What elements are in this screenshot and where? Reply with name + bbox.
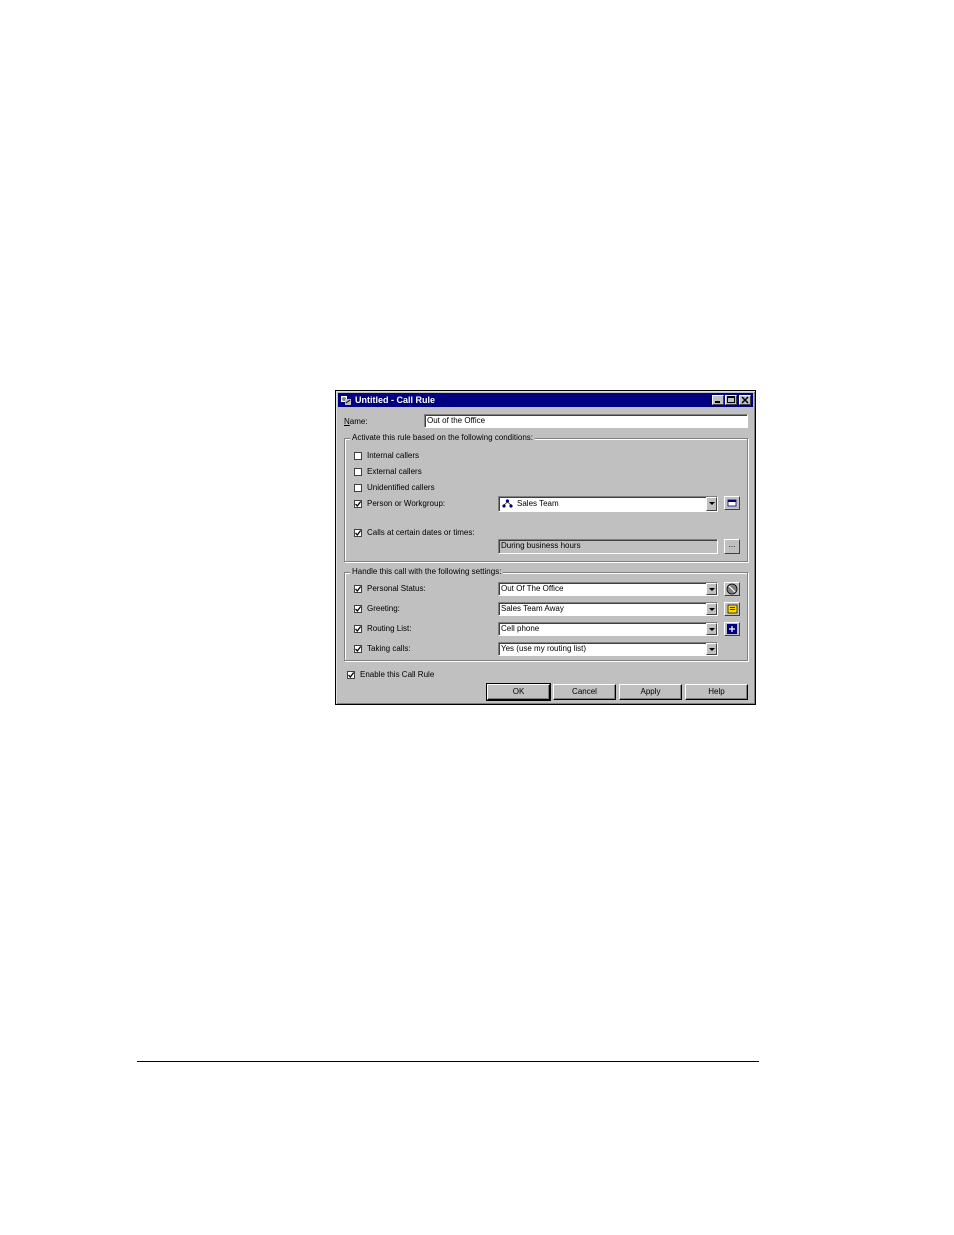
checkmark-icon bbox=[355, 501, 362, 508]
chevron-down-icon[interactable] bbox=[706, 643, 717, 655]
checkmark-icon bbox=[355, 646, 362, 653]
chevron-down-icon[interactable] bbox=[706, 623, 717, 635]
external-callers-label: External callers bbox=[367, 467, 422, 476]
status-icon bbox=[726, 583, 738, 595]
chevron-down-icon[interactable] bbox=[706, 583, 717, 595]
routing-icon bbox=[727, 624, 737, 634]
greeting-label: Greeting: bbox=[367, 604, 400, 613]
unidentified-callers-checkbox[interactable] bbox=[354, 484, 362, 492]
person-workgroup-checkbox[interactable] bbox=[354, 500, 362, 508]
workgroup-browse-button[interactable] bbox=[724, 496, 740, 510]
internal-callers-checkbox[interactable] bbox=[354, 452, 362, 460]
dates-times-field: During business hours bbox=[498, 539, 718, 554]
help-button[interactable]: Help bbox=[685, 684, 748, 700]
personal-status-button[interactable] bbox=[724, 582, 740, 596]
personal-status-value: Out Of The Office bbox=[501, 584, 564, 593]
settings-legend: Handle this call with the following sett… bbox=[350, 567, 504, 577]
personal-status-label: Personal Status: bbox=[367, 584, 426, 593]
cancel-button[interactable]: Cancel bbox=[553, 684, 616, 700]
ellipsis-label: ... bbox=[728, 540, 736, 549]
routing-list-value: Cell phone bbox=[501, 624, 540, 633]
name-input[interactable]: Out of the Office bbox=[424, 414, 748, 428]
name-label: Name: bbox=[344, 417, 368, 426]
checkmark-icon bbox=[355, 606, 362, 613]
browse-folder-icon bbox=[727, 499, 737, 507]
call-rule-app-icon bbox=[341, 396, 351, 405]
maximize-button[interactable] bbox=[725, 395, 737, 405]
ok-button[interactable]: OK bbox=[486, 683, 551, 701]
greeting-icon bbox=[727, 604, 738, 614]
page-divider-line bbox=[137, 1061, 759, 1062]
minimize-icon bbox=[715, 401, 720, 403]
enable-rule-checkbox[interactable] bbox=[347, 671, 355, 679]
close-button[interactable] bbox=[739, 395, 751, 405]
maximize-icon bbox=[727, 396, 735, 403]
checkmark-icon bbox=[355, 626, 362, 633]
apply-button[interactable]: Apply bbox=[619, 684, 682, 700]
internal-callers-label: Internal callers bbox=[367, 451, 420, 460]
personal-status-dropdown[interactable]: Out Of The Office bbox=[498, 582, 718, 596]
taking-calls-checkbox[interactable] bbox=[354, 645, 362, 653]
unidentified-callers-label: Unidentified callers bbox=[367, 483, 435, 492]
conditions-group: Activate this rule based on the followin… bbox=[344, 433, 748, 562]
minimize-button[interactable] bbox=[712, 395, 724, 405]
routing-list-checkbox[interactable] bbox=[354, 625, 362, 633]
checkmark-icon bbox=[355, 530, 362, 537]
close-icon bbox=[741, 396, 749, 404]
greeting-value: Sales Team Away bbox=[501, 604, 564, 613]
chevron-down-icon[interactable] bbox=[706, 497, 717, 511]
chevron-down-icon[interactable] bbox=[706, 603, 717, 615]
person-workgroup-value: Sales Team bbox=[517, 499, 559, 508]
taking-calls-label: Taking calls: bbox=[367, 644, 411, 653]
greeting-button[interactable] bbox=[724, 602, 740, 616]
greeting-checkbox[interactable] bbox=[354, 605, 362, 613]
taking-calls-dropdown[interactable]: Yes (use my routing list) bbox=[498, 642, 718, 656]
greeting-dropdown[interactable]: Sales Team Away bbox=[498, 602, 718, 616]
conditions-legend: Activate this rule based on the followin… bbox=[350, 433, 535, 443]
external-callers-checkbox[interactable] bbox=[354, 468, 362, 476]
name-label-rest: ame: bbox=[349, 417, 368, 426]
dates-times-label: Calls at certain dates or times: bbox=[367, 528, 475, 537]
dates-times-browse-button[interactable]: ... bbox=[724, 539, 740, 554]
person-workgroup-label: Person or Workgroup: bbox=[367, 499, 446, 508]
window-title: Untitled - Call Rule bbox=[355, 395, 436, 405]
routing-list-dropdown[interactable]: Cell phone bbox=[498, 622, 718, 636]
dates-times-checkbox[interactable] bbox=[354, 529, 362, 537]
routing-list-label: Routing List: bbox=[367, 624, 412, 633]
title-bar[interactable]: Untitled - Call Rule bbox=[338, 393, 753, 407]
enable-rule-label: Enable this Call Rule bbox=[360, 670, 435, 679]
call-rule-dialog: Untitled - Call Rule Name: Out of the Of… bbox=[335, 390, 756, 705]
personal-status-checkbox[interactable] bbox=[354, 585, 362, 593]
checkmark-icon bbox=[355, 586, 362, 593]
taking-calls-value: Yes (use my routing list) bbox=[501, 644, 587, 653]
checkmark-icon bbox=[348, 672, 355, 679]
routing-list-button[interactable] bbox=[724, 622, 740, 636]
settings-group: Handle this call with the following sett… bbox=[344, 567, 748, 661]
workgroup-icon bbox=[502, 499, 513, 508]
person-workgroup-dropdown[interactable]: Sales Team bbox=[498, 496, 718, 512]
